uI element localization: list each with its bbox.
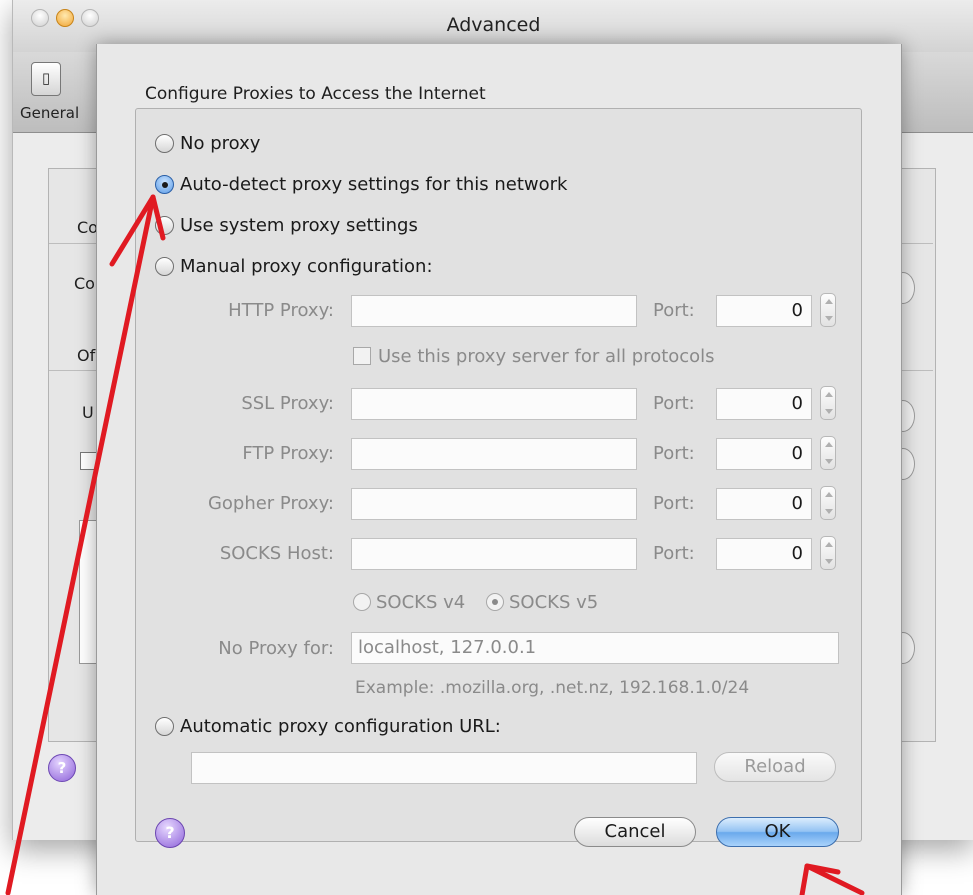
port-label: Port: xyxy=(653,393,695,414)
radio-socks-v4[interactable]: SOCKS v4 xyxy=(353,590,465,614)
socks-port-stepper[interactable] xyxy=(820,536,836,570)
radio-label: Automatic proxy configuration URL: xyxy=(180,715,501,737)
socks-host-label: SOCKS Host: xyxy=(219,543,334,564)
radio-icon xyxy=(353,593,371,611)
ssl-port-input[interactable]: 0 xyxy=(716,388,812,420)
parent-text: Of xyxy=(77,346,96,365)
dialog-heading: Configure Proxies to Access the Internet xyxy=(145,84,486,104)
socks-host-input[interactable] xyxy=(351,538,637,570)
radio-icon xyxy=(155,716,174,736)
radio-label: SOCKS v5 xyxy=(509,591,599,613)
ssl-proxy-label: SSL Proxy: xyxy=(241,393,334,414)
checkbox-use-for-all[interactable]: Use this proxy server for all protocols xyxy=(353,344,715,368)
connection-settings-sheet: Configure Proxies to Access the Internet… xyxy=(96,44,902,895)
radio-selected-icon xyxy=(155,174,174,194)
gopher-port-stepper[interactable] xyxy=(820,486,836,520)
port-label: Port: xyxy=(653,300,695,321)
radio-manual[interactable]: Manual proxy configuration: xyxy=(155,254,433,278)
ssl-port-stepper[interactable] xyxy=(820,386,836,420)
port-label: Port: xyxy=(653,543,695,564)
no-proxy-for-input[interactable]: localhost, 127.0.0.1 xyxy=(351,632,839,664)
reload-button[interactable]: Reload xyxy=(714,752,836,782)
checkbox-icon xyxy=(353,347,371,365)
gopher-proxy-label: Gopher Proxy: xyxy=(207,493,334,514)
window-title: Advanced xyxy=(446,14,541,36)
radio-icon xyxy=(155,256,174,276)
radio-label: Use system proxy settings xyxy=(180,214,418,236)
ftp-port-input[interactable]: 0 xyxy=(716,438,812,470)
cancel-button[interactable]: Cancel xyxy=(574,817,696,847)
auto-config-url-input[interactable] xyxy=(191,752,697,784)
ftp-port-stepper[interactable] xyxy=(820,436,836,470)
parent-text: U xyxy=(82,403,94,422)
ftp-proxy-input[interactable] xyxy=(351,438,637,470)
parent-text: Co xyxy=(77,218,98,237)
port-label: Port: xyxy=(653,443,695,464)
no-proxy-example: Example: .mozilla.org, .net.nz, 192.168.… xyxy=(355,678,750,698)
parent-text: Co xyxy=(74,274,95,293)
checkbox-label: Use this proxy server for all protocols xyxy=(378,345,715,367)
radio-icon xyxy=(155,133,174,153)
no-proxy-for-label: No Proxy for: xyxy=(218,638,334,659)
tab-general-label: General xyxy=(20,104,80,122)
http-proxy-input[interactable] xyxy=(351,295,637,327)
socks-port-input[interactable]: 0 xyxy=(716,538,812,570)
tab-general[interactable]: ▯ General xyxy=(20,60,80,126)
radio-label: Manual proxy configuration: xyxy=(180,255,433,277)
switch-icon: ▯ xyxy=(31,62,61,96)
radio-icon xyxy=(155,215,174,235)
radio-label: SOCKS v4 xyxy=(376,591,466,613)
radio-auto-config-url[interactable]: Automatic proxy configuration URL: xyxy=(155,714,501,738)
radio-auto-detect[interactable]: Auto-detect proxy settings for this netw… xyxy=(155,172,567,196)
http-port-input[interactable]: 0 xyxy=(716,295,812,327)
ftp-proxy-label: FTP Proxy: xyxy=(242,443,334,464)
ssl-proxy-input[interactable] xyxy=(351,388,637,420)
radio-selected-icon xyxy=(486,593,504,611)
radio-use-system[interactable]: Use system proxy settings xyxy=(155,213,418,237)
radio-label: Auto-detect proxy settings for this netw… xyxy=(180,173,568,195)
port-label: Port: xyxy=(653,493,695,514)
gopher-proxy-input[interactable] xyxy=(351,488,637,520)
http-port-stepper[interactable] xyxy=(820,293,836,327)
ok-button[interactable]: OK xyxy=(716,817,839,847)
radio-socks-v5[interactable]: SOCKS v5 xyxy=(486,590,598,614)
http-proxy-label: HTTP Proxy: xyxy=(228,300,334,321)
radio-no-proxy[interactable]: No proxy xyxy=(155,131,260,155)
gopher-port-input[interactable]: 0 xyxy=(716,488,812,520)
help-icon[interactable]: ? xyxy=(48,754,76,782)
help-icon[interactable]: ? xyxy=(155,818,185,848)
radio-label: No proxy xyxy=(180,132,261,154)
